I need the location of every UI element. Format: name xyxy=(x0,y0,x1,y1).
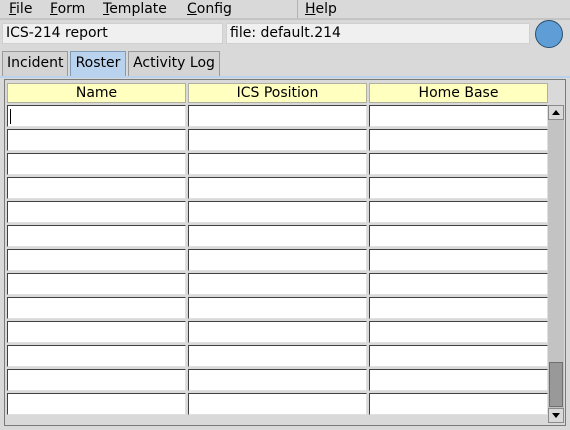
column-header-home-base: Home Base xyxy=(369,83,548,103)
table-cell[interactable] xyxy=(369,321,548,343)
arrow-down-icon xyxy=(552,413,560,418)
menu-help[interactable]: Help xyxy=(305,1,337,19)
scroll-down-button[interactable] xyxy=(548,408,564,423)
table-cell[interactable] xyxy=(7,321,186,343)
table-cell[interactable] xyxy=(369,345,548,367)
table-cell[interactable] xyxy=(188,249,367,271)
table-cell[interactable] xyxy=(188,225,367,247)
table-cell[interactable] xyxy=(7,177,186,199)
table-cell[interactable] xyxy=(369,153,548,175)
table-cell[interactable] xyxy=(188,273,367,295)
table-cell[interactable] xyxy=(188,297,367,319)
table-cell[interactable] xyxy=(369,177,548,199)
menu-separator xyxy=(297,0,298,18)
tab-roster[interactable]: Roster xyxy=(70,51,126,76)
table-cell[interactable] xyxy=(188,105,367,127)
menu-bar: File Form Template Config Help xyxy=(0,0,570,20)
menu-form[interactable]: Form xyxy=(50,1,85,19)
menu-template[interactable]: Template xyxy=(103,1,167,19)
table-cell[interactable] xyxy=(188,177,367,199)
column-header-name: Name xyxy=(7,83,186,103)
tab-underline xyxy=(0,76,570,78)
text-cursor xyxy=(10,109,11,124)
table-cell[interactable] xyxy=(188,201,367,223)
table-cell[interactable] xyxy=(7,225,186,247)
roster-table: Name ICS Position Home Base xyxy=(4,79,566,426)
vertical-scrollbar[interactable] xyxy=(548,105,564,423)
table-cell[interactable] xyxy=(7,249,186,271)
scroll-up-button[interactable] xyxy=(548,105,564,120)
menu-config[interactable]: Config xyxy=(187,1,232,19)
table-cell[interactable] xyxy=(188,369,367,391)
table-cell[interactable] xyxy=(188,129,367,151)
report-title-field: ICS-214 report xyxy=(2,23,223,44)
menu-template-label: emplate xyxy=(109,1,167,17)
table-cell[interactable] xyxy=(369,273,548,295)
table-cell[interactable] xyxy=(7,129,186,151)
table-cell[interactable] xyxy=(369,201,548,223)
menu-form-label: orm xyxy=(57,1,86,17)
menu-help-label: elp xyxy=(315,1,337,17)
table-cell[interactable] xyxy=(7,393,186,415)
table-cell[interactable] xyxy=(7,273,186,295)
status-indicator-icon[interactable] xyxy=(535,20,563,48)
table-cell[interactable] xyxy=(7,201,186,223)
table-cell[interactable] xyxy=(369,369,548,391)
arrow-up-icon xyxy=(552,110,560,115)
tab-activity-log[interactable]: Activity Log xyxy=(128,51,220,76)
menu-config-label: onfig xyxy=(196,1,232,17)
table-cell[interactable] xyxy=(7,345,186,367)
table-cell[interactable] xyxy=(369,393,548,415)
table-cell[interactable] xyxy=(188,393,367,415)
menu-file[interactable]: File xyxy=(9,1,32,19)
table-cell[interactable] xyxy=(7,369,186,391)
table-cell[interactable] xyxy=(7,105,186,127)
table-cell[interactable] xyxy=(369,297,548,319)
tab-incident[interactable]: Incident xyxy=(2,51,68,76)
table-cell[interactable] xyxy=(7,297,186,319)
table-cell[interactable] xyxy=(188,345,367,367)
menu-file-label: ile xyxy=(16,1,33,17)
table-cell[interactable] xyxy=(7,153,186,175)
column-header-ics-position: ICS Position xyxy=(188,83,367,103)
table-cell[interactable] xyxy=(188,321,367,343)
file-name-field: file: default.214 xyxy=(226,23,530,44)
table-cell[interactable] xyxy=(188,153,367,175)
table-cell[interactable] xyxy=(369,249,548,271)
table-cell[interactable] xyxy=(369,105,548,127)
table-cell[interactable] xyxy=(369,225,548,247)
menu-divider xyxy=(0,18,570,20)
scrollbar-thumb[interactable] xyxy=(549,362,563,407)
table-cell[interactable] xyxy=(369,129,548,151)
